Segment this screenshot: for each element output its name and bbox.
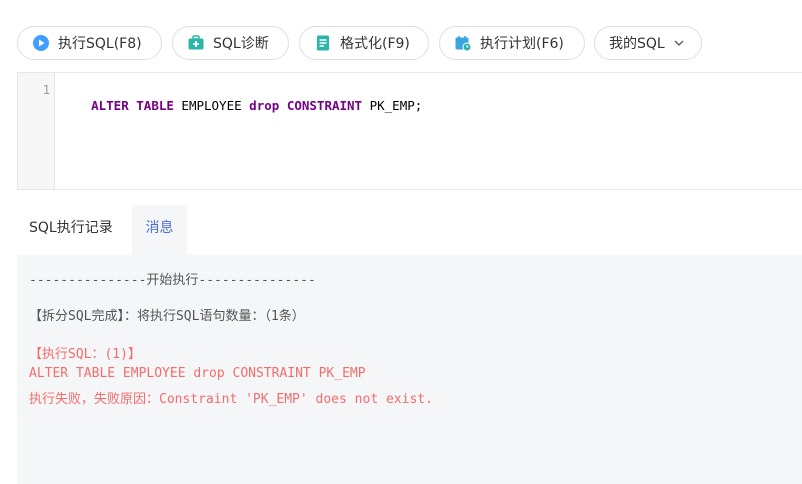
code-token: CONSTRAINT <box>286 98 363 113</box>
medical-kit-icon <box>187 34 205 52</box>
sql-diagnose-label: SQL诊断 <box>213 36 269 52</box>
tab-messages[interactable]: 消息 <box>132 205 187 255</box>
message-panel: ---------------开始执行--------------- 【拆分SQ… <box>17 255 802 484</box>
chevron-down-icon <box>673 37 685 49</box>
start-line: ---------------开始执行--------------- <box>29 273 316 288</box>
sql-editor[interactable]: 1 ALTER TABLE EMPLOYEE drop CONSTRAINT P… <box>17 72 802 190</box>
split-line: 【拆分SQL完成】：将执行SQL语句数量：（1条） <box>29 309 305 324</box>
tab-sql-history[interactable]: SQL执行记录 <box>17 205 131 255</box>
my-sql-label: 我的SQL <box>609 36 665 52</box>
exec-sql-text: ALTER TABLE EMPLOYEE drop CONSTRAINT PK_… <box>29 366 366 381</box>
code-token: drop <box>249 98 280 113</box>
run-sql-label: 执行SQL(F8) <box>58 36 142 52</box>
document-icon <box>314 34 332 52</box>
exec-header: 【执行SQL：(1)】 <box>29 347 141 362</box>
execution-plan-button[interactable]: 执行计划(F6) <box>439 26 585 60</box>
line-gutter: 1 <box>18 73 55 189</box>
code-line[interactable]: ALTER TABLE EMPLOYEE drop CONSTRAINT PK_… <box>61 83 422 128</box>
toolbar: 执行SQL(F8) SQL诊断 格式化(F9) 执行计划(F6) 我的SQL <box>0 0 802 72</box>
format-button[interactable]: 格式化(F9) <box>299 26 429 60</box>
code-token: ALTER TABLE <box>91 98 174 113</box>
sql-diagnose-button[interactable]: SQL诊断 <box>172 26 289 60</box>
code-token: PK_EMP; <box>362 98 423 113</box>
code-token: EMPLOYEE <box>173 98 250 113</box>
execution-plan-label: 执行计划(F6) <box>480 36 564 52</box>
error-text: 执行失败，失败原因：Constraint 'PK_EMP' does not e… <box>29 392 433 407</box>
format-label: 格式化(F9) <box>340 36 410 52</box>
result-tabs: SQL执行记录 消息 <box>17 205 802 255</box>
play-circle-icon <box>32 34 50 52</box>
line-number: 1 <box>42 83 50 97</box>
run-sql-button[interactable]: 执行SQL(F8) <box>17 26 162 60</box>
my-sql-dropdown[interactable]: 我的SQL <box>594 26 702 60</box>
calendar-icon <box>454 34 472 52</box>
